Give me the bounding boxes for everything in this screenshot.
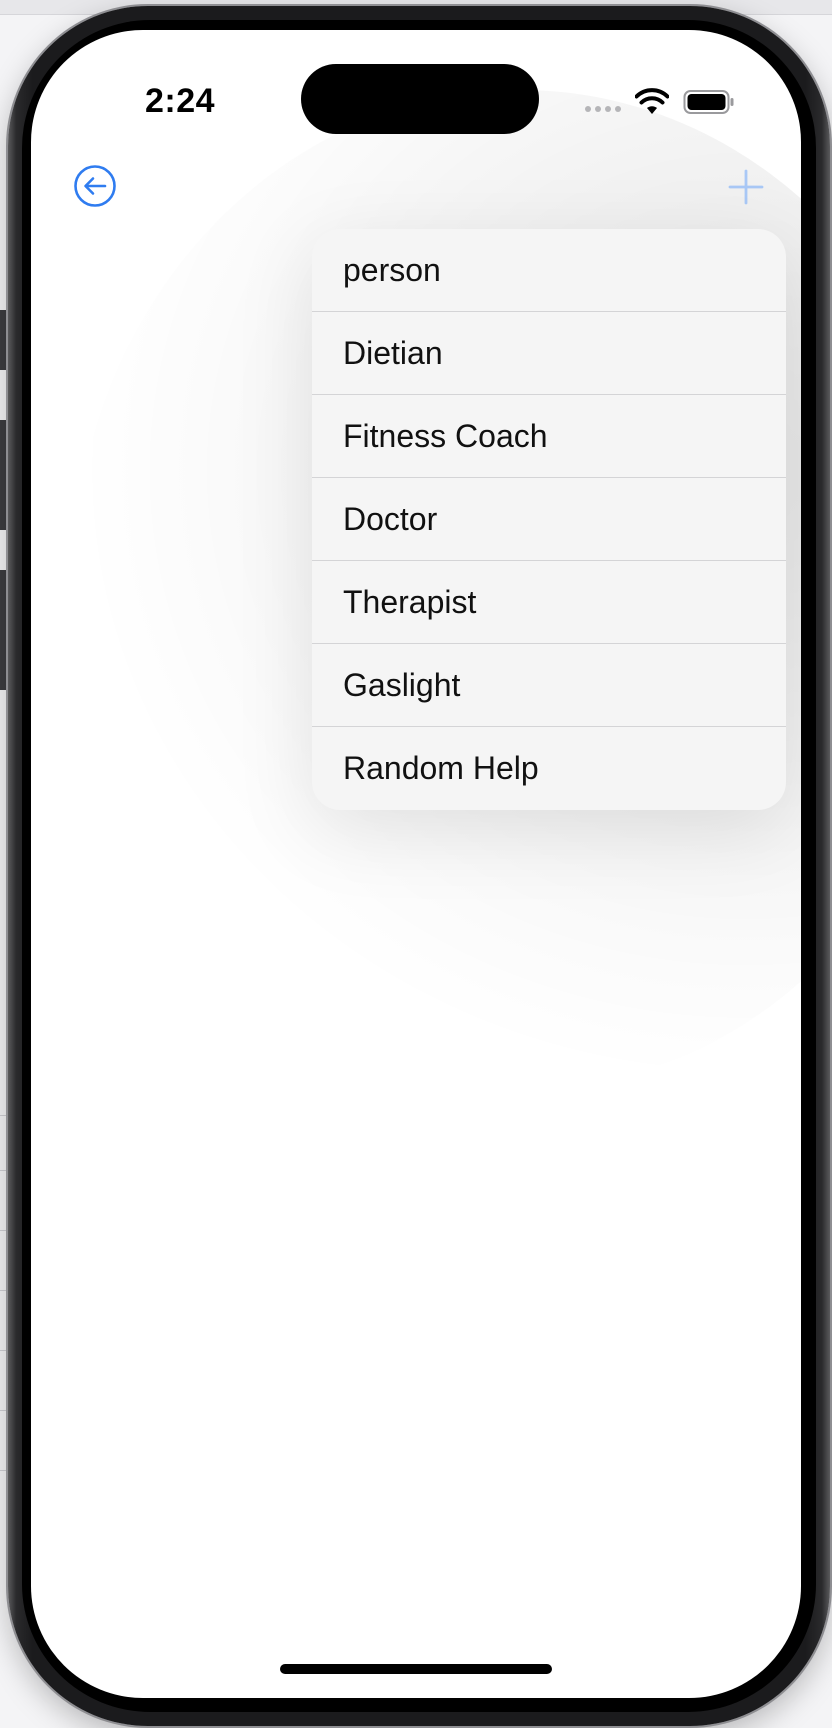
dynamic-island [301,64,539,134]
menu-item-therapist[interactable]: Therapist [312,561,786,644]
menu-item-random-help[interactable]: Random Help [312,727,786,810]
phone-screen: 2:24 person Dietian Fitness Coach Doctor… [31,30,801,1698]
menu-item-fitness-coach[interactable]: Fitness Coach [312,395,786,478]
signal-icon [585,106,623,114]
home-indicator[interactable] [280,1664,552,1674]
menu-item-dietian[interactable]: Dietian [312,312,786,395]
plus-icon[interactable] [727,168,765,206]
battery-icon [683,90,734,114]
page: 2:24 person Dietian Fitness Coach Doctor… [0,0,832,1728]
menu-item-gaslight[interactable]: Gaslight [312,644,786,727]
wifi-icon [635,88,669,114]
menu-item-doctor[interactable]: Doctor [312,478,786,561]
status-time: 2:24 [145,82,216,120]
role-menu: person Dietian Fitness Coach Doctor Ther… [312,229,786,810]
menu-item-person[interactable]: person [312,229,786,312]
back-arrow-circle-icon[interactable] [73,164,117,208]
